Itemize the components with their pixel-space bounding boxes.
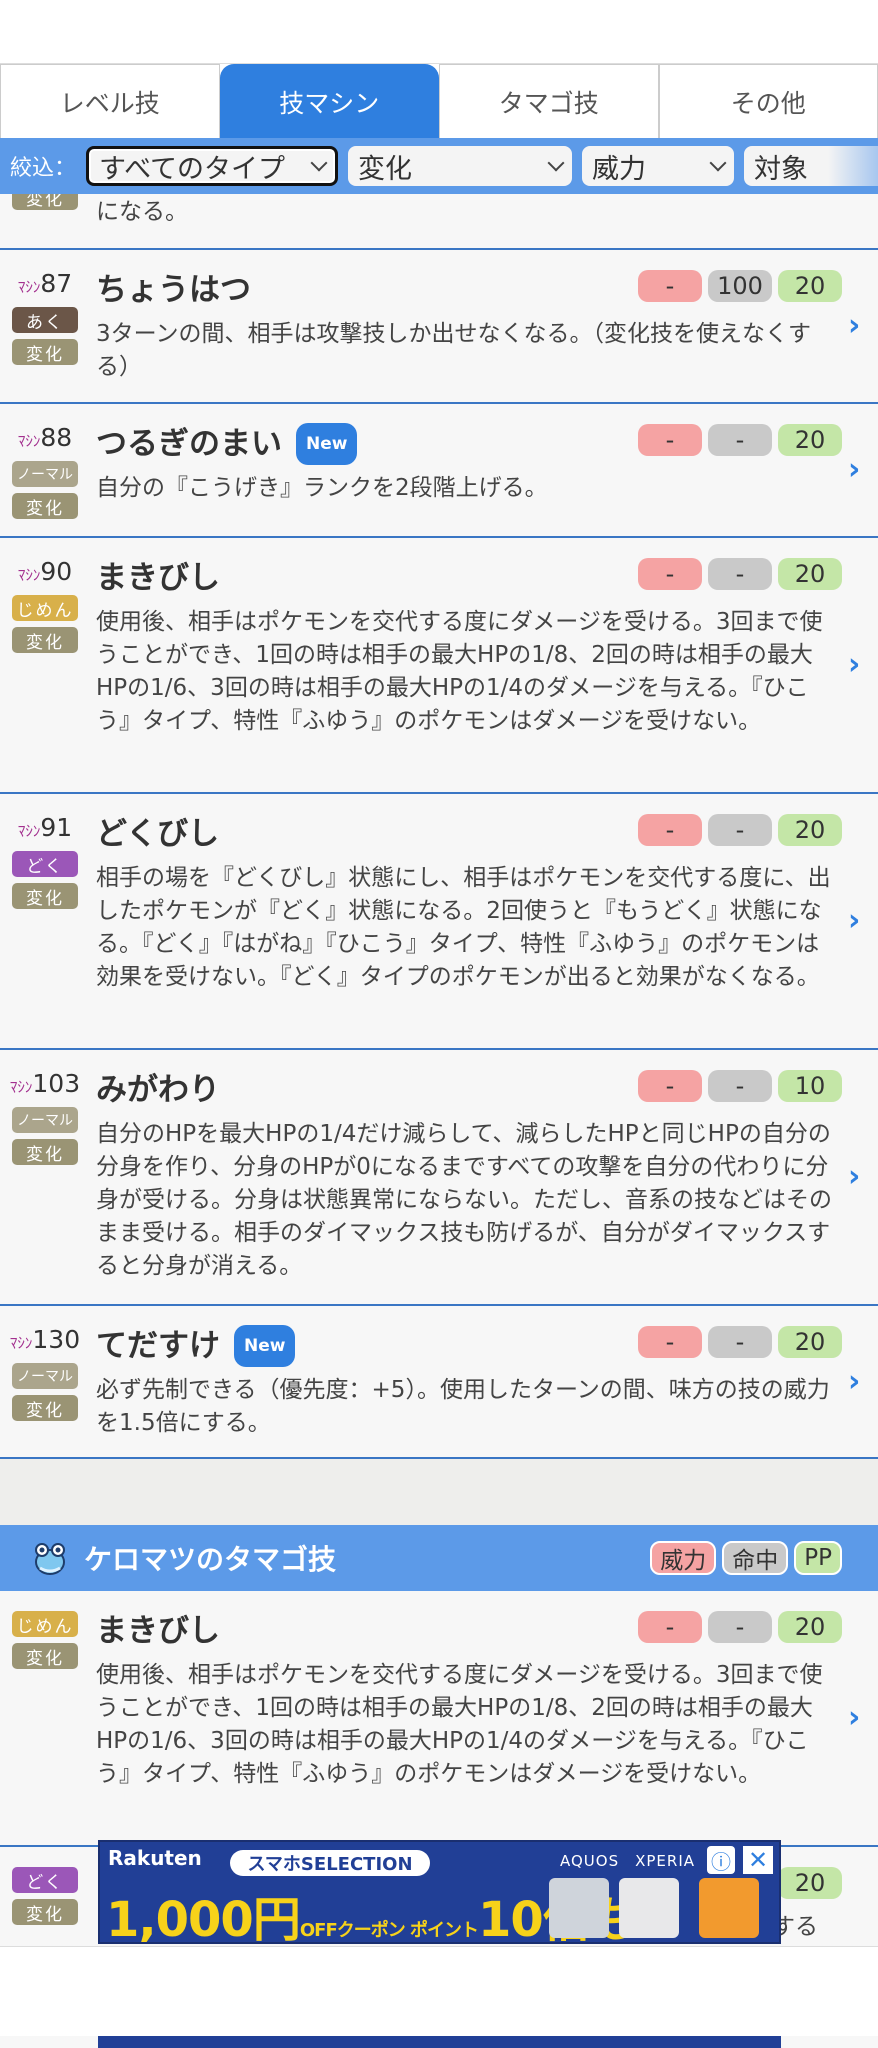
section-spacer [0, 1459, 878, 1525]
filter-label: 絞込： [10, 156, 77, 181]
category-badge: 変化 [12, 883, 78, 909]
tm-number: ﾏｼﾝ91 [17, 813, 73, 842]
type-badge: あく [12, 307, 78, 333]
type-badge: ノーマル [12, 461, 78, 487]
power-header: 威力 [650, 1541, 717, 1575]
type-badge: どく [12, 1867, 78, 1893]
tab-egg-moves[interactable]: タマゴ技 [439, 64, 659, 138]
ad-phone-brands: AQUOS XPERIA [560, 1852, 696, 1870]
move-name: どくびし [96, 816, 220, 852]
type-badge: ノーマル [12, 1363, 78, 1389]
move-stats: 20 [778, 1867, 842, 1899]
target-filter-value: 対象 [754, 153, 809, 185]
chevron-right-icon[interactable]: › [848, 455, 868, 485]
move-row[interactable]: ﾏｼﾝ103 ノーマル 変化 - - 10 みがわり 自分のHPを最大HPの1/… [0, 1050, 878, 1306]
phone-image [619, 1878, 679, 1938]
ad-banner[interactable]: Rakuten スマホSELECTION AQUOS XPERIA 1,000円… [98, 1840, 781, 1944]
chevron-right-icon[interactable]: › [848, 906, 868, 936]
chevron-right-icon[interactable]: › [848, 311, 868, 341]
froakie-icon [30, 1538, 70, 1578]
move-row[interactable]: ﾏｼﾝ91 どく 変化 - - 20 どくびし 相手の場を『どくびし』状態にし、… [0, 794, 878, 1050]
chevron-down-icon [709, 154, 727, 172]
move-name: まきびし [96, 560, 220, 596]
ad-selection-label: スマホSELECTION [230, 1850, 430, 1876]
bottom-peek-strip [0, 2036, 878, 2048]
chevron-right-icon[interactable]: › [848, 1366, 868, 1396]
move-description: 使用後、相手はポケモンを交代する度にダメージを受ける。3回まで使うことができ、1… [96, 1662, 823, 1787]
chevron-down-icon [547, 154, 565, 172]
ad-brand: Rakuten [108, 1846, 202, 1870]
category-badge: 変化 [12, 1395, 78, 1421]
type-badge: じめん [12, 595, 78, 621]
new-badge: New [296, 423, 358, 465]
chevron-right-icon[interactable]: › [848, 650, 868, 680]
category-badge: 変化 [12, 1643, 78, 1669]
move-description: 自分のHPを最大HPの1/4だけ減らして、減らしたHPと同じHPの自分の分身を作… [96, 1121, 832, 1279]
accuracy-header: 命中 [722, 1541, 789, 1575]
power-filter-select[interactable]: 威力 [582, 146, 735, 186]
tab-other-moves[interactable]: その他 [658, 64, 878, 138]
new-badge: New [234, 1325, 296, 1367]
pp-header: PP [794, 1541, 842, 1575]
chevron-down-icon [310, 154, 328, 172]
chevron-right-icon[interactable]: › [848, 1703, 868, 1733]
move-name: まきびし [96, 1613, 220, 1649]
move-description: 相手の場を『どくびし』状態にし、相手はポケモンを交代する度に、出したポケモンが『… [96, 865, 831, 990]
tm-number: ﾏｼﾝ103 [9, 1069, 81, 1098]
tm-number: ﾏｼﾝ88 [17, 423, 73, 452]
move-row[interactable]: ﾏｼﾝ87 あく 変化 - 100 20 ちょうはつ 3ターンの間、相手は攻撃技… [0, 250, 878, 404]
phone-image [549, 1878, 609, 1938]
target-filter-select[interactable]: 対象 [744, 146, 878, 186]
tab-tm-moves[interactable]: 技マシン [219, 64, 439, 138]
info-icon[interactable]: ⓘ [707, 1846, 735, 1874]
category-badge: 変化 [12, 339, 78, 365]
move-row[interactable]: ﾏｼﾝ88 ノーマル 変化 - - 20 つるぎのまい New 自分の『こうげき』… [0, 404, 878, 538]
category-badge: 変化 [12, 1139, 78, 1165]
tab-level-moves[interactable]: レベル技 [0, 64, 220, 138]
power-filter-value: 威力 [592, 153, 647, 185]
move-description: 必ず先制できる（優先度：+5）。使用したターンの間、味方の技の威力を1.5倍にす… [96, 1377, 830, 1436]
move-description: 使用後、相手はポケモンを交代する度にダメージを受ける。3回まで使うことができ、1… [96, 609, 823, 734]
type-badge: どく [12, 851, 78, 877]
pp-value: 20 [778, 1867, 842, 1899]
chevron-right-icon[interactable]: › [848, 1162, 868, 1192]
phone-image [699, 1878, 759, 1938]
tm-number: ﾏｼﾝ87 [17, 269, 73, 298]
bottom-blank-area [0, 1946, 878, 2048]
tm-number: ﾏｼﾝ90 [17, 557, 73, 586]
move-row[interactable]: ﾏｼﾝ130 ノーマル 変化 - - 20 てだすけ New 必ず先制できる（優先… [0, 1306, 878, 1459]
section-title: ケロマツのタマゴ技 [84, 1543, 337, 1576]
move-name: つるぎのまい New [96, 423, 838, 465]
move-row-partial[interactable]: 変化 になる。 [0, 184, 878, 250]
top-blank-area [0, 0, 878, 64]
tm-number: ﾏｼﾝ130 [9, 1325, 81, 1354]
egg-moves-header: ケロマツのタマゴ技 威力 命中 PP [0, 1525, 878, 1591]
category-badge: 変化 [12, 493, 78, 519]
category-badge: 変化 [12, 627, 78, 653]
type-badge: ノーマル [12, 1107, 78, 1133]
move-list: 変化 になる。 ﾏｼﾝ87 あく 変化 - 100 20 ちょうはつ 3ターンの… [0, 184, 878, 1957]
move-description: になる。 [96, 199, 188, 225]
move-name: ちょうはつ [96, 272, 251, 308]
move-name: みがわり [96, 1072, 220, 1108]
move-name: てだすけ New [96, 1325, 838, 1367]
category-filter-select[interactable]: 変化 [348, 146, 573, 186]
type-badge: じめん [12, 1611, 78, 1637]
category-filter-value: 変化 [358, 153, 413, 185]
filter-bar: 絞込： すべてのタイプ 変化 威力 対象 [0, 138, 878, 194]
move-row[interactable]: ﾏｼﾝ90 じめん 変化 - - 20 まきびし 使用後、相手はポケモンを交代す… [0, 538, 878, 794]
type-filter-value: すべてのタイプ [99, 153, 286, 185]
move-description: 3ターンの間、相手は攻撃技しか出せなくなる。（変化技を使えなくする） [96, 321, 811, 380]
type-filter-select[interactable]: すべてのタイプ [86, 146, 339, 186]
category-badge: 変化 [12, 1899, 78, 1925]
move-description: 自分の『こうげき』ランクを2段階上げる。 [96, 475, 548, 501]
move-tabs: レベル技 技マシン タマゴ技 その他 [0, 64, 878, 138]
close-icon[interactable]: ✕ [743, 1846, 773, 1874]
move-row[interactable]: じめん 変化 - - 20 まきびし 使用後、相手はポケモンを交代する度にダメー… [0, 1591, 878, 1847]
